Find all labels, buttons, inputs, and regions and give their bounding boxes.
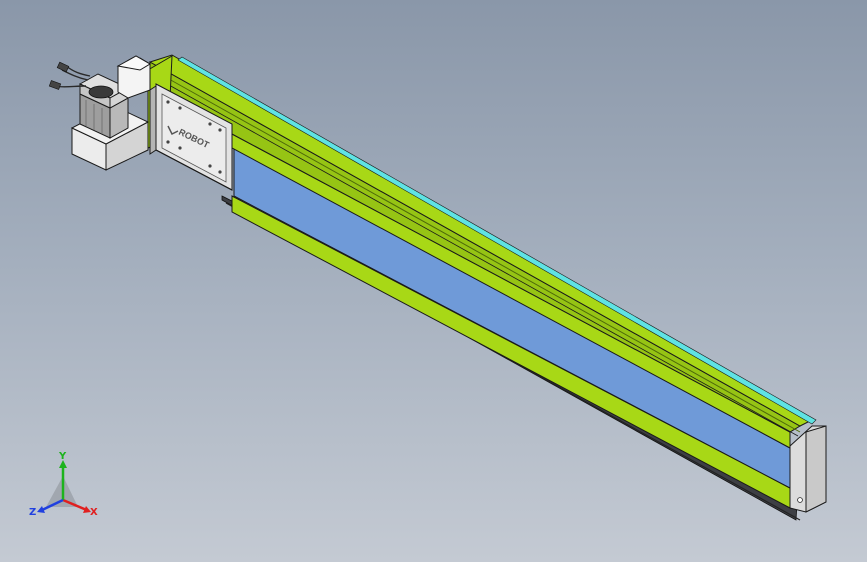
model-graphics-area[interactable]: ROBOT X Y Z [0, 0, 867, 562]
top-cover-strip [177, 56, 817, 425]
linear-module[interactable] [147, 54, 827, 521]
lower-profile [231, 195, 791, 509]
right-end-cap-face [805, 425, 827, 513]
triad-z-label: Z [29, 507, 36, 518]
carriage-side [149, 85, 157, 155]
middle-profile [231, 133, 791, 449]
cable-connectors [48, 61, 70, 90]
coordinate-triad: X Y Z [29, 451, 98, 518]
motor-assembly[interactable] [48, 55, 151, 171]
end-cap-screw [797, 497, 803, 503]
top-profile [148, 54, 814, 427]
triad-x-label: X [90, 507, 98, 518]
cad-viewport[interactable]: ROBOT X Y Z [0, 0, 867, 562]
profile-groove-1 [159, 73, 801, 433]
profile-groove-2 [159, 79, 799, 437]
triad-y-label: Y [58, 451, 67, 462]
belt-cover [233, 147, 791, 489]
upper-profile-face [149, 61, 801, 433]
motor-end-cap [88, 85, 114, 99]
